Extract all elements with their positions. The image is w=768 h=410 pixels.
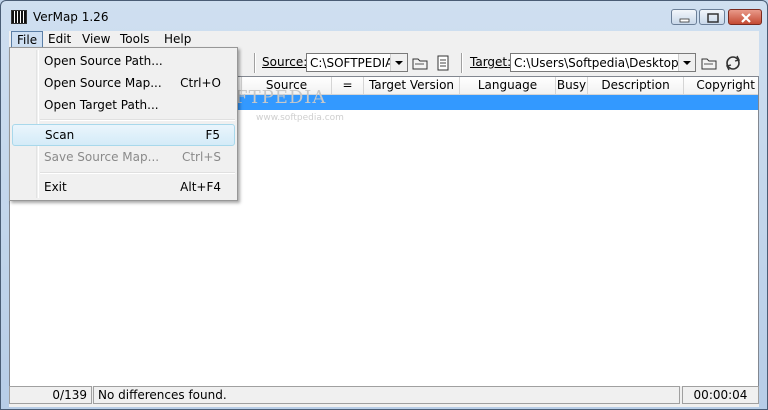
status-count: 0/139 <box>9 386 92 404</box>
watermark-url: www.softpedia.com <box>256 113 344 123</box>
open-folder-icon[interactable] <box>699 53 719 73</box>
toolbar-separator <box>254 53 256 73</box>
target-combo[interactable]: C:\Users\Softpedia\Desktop <box>510 53 696 72</box>
source-combo[interactable]: C:\SOFTPEDIA <box>306 53 408 72</box>
menu-separator <box>40 119 235 121</box>
status-bar: 0/139 No differences found. 00:00:04 <box>9 386 759 406</box>
barcode-app-icon <box>11 10 27 24</box>
chevron-down-icon[interactable] <box>390 54 407 71</box>
maximize-button[interactable] <box>699 9 725 25</box>
document-icon[interactable] <box>433 53 453 73</box>
source-path-value: C:\SOFTPEDIA <box>310 56 394 70</box>
file-menu-dropdown: Open Source Path... Open Source Map... Ct… <box>9 47 238 201</box>
chevron-down-icon[interactable] <box>678 54 695 71</box>
column-busy[interactable]: Busy <box>556 77 588 95</box>
close-button[interactable] <box>728 9 762 25</box>
toolbar-separator <box>461 53 463 73</box>
column-language[interactable]: Language <box>460 77 556 95</box>
menu-item-open-target-path[interactable]: Open Target Path... <box>12 94 235 116</box>
source-label: Source: <box>262 55 308 69</box>
refresh-icon[interactable] <box>723 53 743 73</box>
column-description[interactable]: Description <box>588 77 684 95</box>
title-bar[interactable]: VerMap 1.26 <box>1 1 767 31</box>
menu-file[interactable]: File <box>11 31 44 48</box>
minimize-button[interactable] <box>671 9 697 25</box>
status-message: No differences found. <box>93 386 680 404</box>
menu-edit[interactable]: Edit <box>43 31 76 48</box>
status-elapsed-time: 00:00:04 <box>682 386 759 404</box>
target-path-value: C:\Users\Softpedia\Desktop <box>514 56 679 70</box>
menu-help[interactable]: Help <box>159 31 196 48</box>
column-target-version[interactable]: Target Version <box>364 77 460 95</box>
target-label: Target: <box>470 55 512 69</box>
menu-item-exit[interactable]: Exit Alt+F4 <box>12 176 235 198</box>
column-equals[interactable]: = <box>332 77 364 95</box>
window-title: VerMap 1.26 <box>33 10 109 24</box>
menu-item-open-source-map[interactable]: Open Source Map... Ctrl+O <box>12 72 235 94</box>
open-folder-icon[interactable] <box>410 53 430 73</box>
menu-separator <box>40 172 235 174</box>
menu-view[interactable]: View <box>77 31 115 48</box>
column-copyright[interactable]: Copyright <box>684 77 758 95</box>
menu-item-save-source-map: Save Source Map... Ctrl+S <box>44 150 221 164</box>
menu-item-open-source-path[interactable]: Open Source Path... <box>12 50 235 72</box>
menu-tools[interactable]: Tools <box>115 31 155 48</box>
menu-item-scan[interactable]: Scan F5 <box>12 124 235 146</box>
